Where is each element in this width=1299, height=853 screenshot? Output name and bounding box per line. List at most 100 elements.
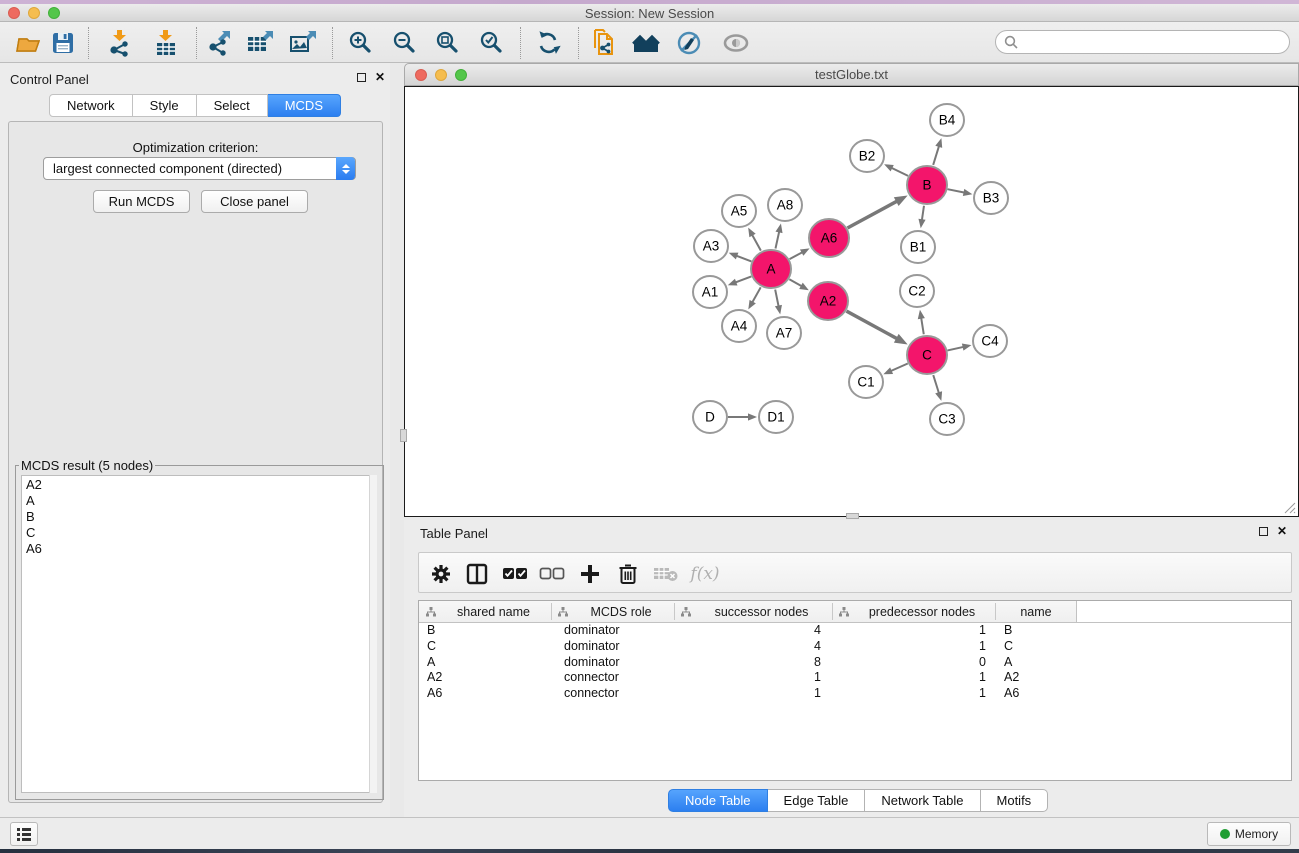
export-table-icon[interactable] — [246, 28, 276, 58]
first-neighbors-icon[interactable] — [632, 28, 662, 58]
graph-node-label: B3 — [983, 191, 1000, 206]
delete-table-icon[interactable] — [652, 560, 680, 588]
unselect-all-columns-icon[interactable] — [538, 560, 566, 588]
table-cell: 1 — [674, 686, 834, 702]
splitter-handle-vertical[interactable] — [400, 429, 407, 442]
graph-node-label: A6 — [821, 231, 838, 246]
table-cell: C — [1004, 639, 1013, 655]
float-panel-icon[interactable] — [357, 73, 366, 82]
open-session-icon[interactable] — [13, 28, 43, 58]
table-cell: connector — [564, 686, 619, 702]
mcds-result-item[interactable]: A6 — [22, 540, 376, 556]
graph-node-label: A1 — [702, 285, 719, 300]
table-cell: C — [427, 639, 436, 655]
column-header-MCDS-role[interactable]: MCDS role — [551, 601, 674, 622]
graph-node-label: A7 — [776, 326, 793, 341]
graph-node-label: B — [922, 178, 931, 193]
close-panel-icon[interactable]: ✕ — [375, 70, 385, 84]
show-graphics-details-icon[interactable] — [721, 28, 751, 58]
splitter-handle-horizontal[interactable] — [846, 513, 859, 519]
table-panel-title: Table Panel — [420, 526, 488, 541]
search-field[interactable] — [995, 30, 1290, 54]
network-window-title: testGlobe.txt — [405, 67, 1298, 82]
task-history-button[interactable] — [10, 822, 38, 846]
graph-node-label: B1 — [910, 240, 927, 255]
zoom-fit-icon[interactable] — [433, 28, 463, 58]
network-canvas[interactable]: B4B2BB3A8A5A6A3B1AC2A1A2A4A7C4CC1DD1C3 — [404, 86, 1299, 517]
table-row[interactable]: Bdominator41B — [419, 623, 1291, 639]
table-row[interactable]: A2connector11A2 — [419, 670, 1291, 686]
hide-labels-icon[interactable] — [675, 28, 705, 58]
delete-column-icon[interactable] — [614, 560, 642, 588]
table-cell: A6 — [427, 686, 442, 702]
main-titlebar[interactable]: Session: New Session — [0, 4, 1299, 22]
main-toolbar — [0, 22, 1299, 63]
mcds-list-scrollbar[interactable] — [369, 475, 377, 793]
column-header-predecessor-nodes[interactable]: predecessor nodes — [832, 601, 995, 622]
tab-network[interactable]: Network — [49, 94, 133, 117]
import-network-icon[interactable] — [105, 28, 135, 58]
mcds-tab-content: Optimization criterion: largest connecte… — [8, 121, 383, 803]
mcds-result-item[interactable]: A — [22, 492, 376, 508]
select-all-columns-icon[interactable] — [501, 560, 529, 588]
table-float-panel-icon[interactable] — [1259, 527, 1268, 536]
desktop-background-strip — [0, 849, 1299, 853]
zoom-selected-icon[interactable] — [477, 28, 507, 58]
table-row[interactable]: Adominator80A — [419, 655, 1291, 671]
search-input[interactable] — [1023, 35, 1289, 49]
column-header-successor-nodes[interactable]: successor nodes — [674, 601, 832, 622]
network-graph[interactable]: B4B2BB3A8A5A6A3B1AC2A1A2A4A7C4CC1DD1C3 — [405, 87, 1298, 516]
control-panel: Control Panel ✕ NetworkStyleSelectMCDS O… — [0, 63, 390, 817]
network-window-titlebar[interactable]: testGlobe.txt — [404, 63, 1299, 86]
tab-style[interactable]: Style — [133, 94, 197, 117]
table-cell: 1 — [832, 623, 995, 639]
function-builder-icon[interactable]: f(x) — [691, 560, 719, 588]
table-cell: B — [427, 623, 435, 639]
mcds-result-item[interactable]: C — [22, 524, 376, 540]
mcds-result-item[interactable]: B — [22, 508, 376, 524]
mcds-result-list[interactable]: A2ABCA6 — [21, 475, 377, 793]
table-rows: Bdominator41BCdominator41CAdominator80AA… — [419, 623, 1291, 702]
mcds-result-item[interactable]: A2 — [22, 476, 376, 492]
tab-mcds[interactable]: MCDS — [268, 94, 341, 117]
memory-button[interactable]: Memory — [1207, 822, 1291, 846]
select-stepper-icon[interactable] — [336, 157, 355, 180]
tab-network-table[interactable]: Network Table — [865, 789, 980, 812]
memory-label: Memory — [1235, 827, 1278, 841]
run-mcds-button[interactable]: Run MCDS — [93, 190, 190, 213]
node-table[interactable]: shared nameMCDS rolesuccessor nodesprede… — [418, 600, 1292, 781]
zoom-in-icon[interactable] — [346, 28, 376, 58]
column-header-shared-name[interactable]: shared name — [419, 601, 551, 622]
tab-select[interactable]: Select — [197, 94, 268, 117]
table-row[interactable]: A6connector11A6 — [419, 686, 1291, 702]
graph-node-label: A — [766, 262, 775, 277]
refresh-icon[interactable] — [533, 28, 563, 58]
tab-motifs[interactable]: Motifs — [981, 789, 1049, 812]
table-cell: connector — [564, 670, 619, 686]
save-session-icon[interactable] — [48, 28, 78, 58]
column-visibility-icon[interactable] — [463, 560, 491, 588]
column-header-name[interactable]: name — [995, 601, 1077, 622]
export-network-icon[interactable] — [205, 28, 235, 58]
table-close-panel-icon[interactable]: ✕ — [1277, 524, 1287, 538]
table-cell: dominator — [564, 655, 620, 671]
table-cell: B — [1004, 623, 1012, 639]
graph-node-label: A3 — [703, 239, 720, 254]
criterion-select[interactable]: largest connected component (directed) — [43, 157, 356, 180]
table-cell: dominator — [564, 623, 620, 639]
zoom-out-icon[interactable] — [390, 28, 420, 58]
status-bar: Memory — [0, 817, 1299, 849]
window-resize-grip[interactable] — [1284, 502, 1296, 514]
export-image-icon[interactable] — [289, 28, 319, 58]
attribute-type-icon — [558, 607, 568, 617]
table-row[interactable]: Cdominator41C — [419, 639, 1291, 655]
table-panel: Table Panel ✕ — [404, 520, 1299, 817]
close-panel-button[interactable]: Close panel — [201, 190, 308, 213]
import-table-icon[interactable] — [151, 28, 181, 58]
table-cell: 0 — [832, 655, 995, 671]
settings-gear-icon[interactable] — [427, 560, 455, 588]
tab-node-table[interactable]: Node Table — [668, 789, 768, 812]
add-column-icon[interactable] — [576, 560, 604, 588]
new-network-from-selection-icon[interactable] — [590, 28, 620, 58]
tab-edge-table[interactable]: Edge Table — [768, 789, 866, 812]
